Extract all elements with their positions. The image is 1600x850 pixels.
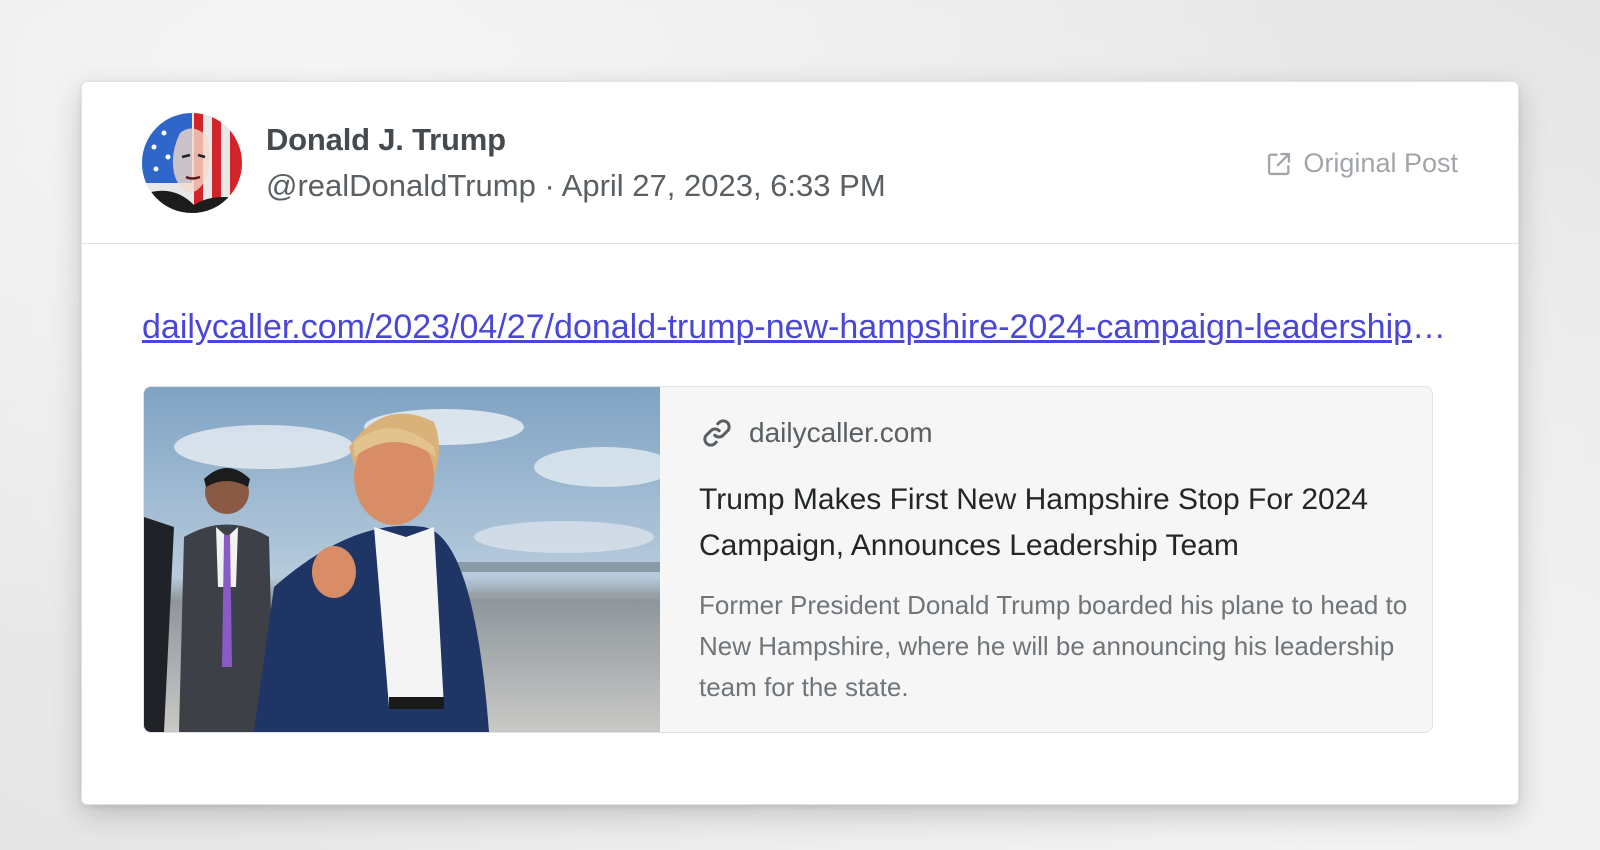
original-post-button[interactable]: Original Post (1265, 148, 1458, 179)
post-header: Donald J. Trump @realDonaldTrump · April… (82, 82, 1518, 244)
post-timestamp: April 27, 2023, 6:33 PM (561, 168, 886, 203)
preview-title[interactable]: Trump Makes First New Hampshire Stop For… (699, 477, 1399, 569)
post-card: Donald J. Trump @realDonaldTrump · April… (81, 81, 1519, 805)
meta-separator: · (544, 168, 555, 203)
preview-domain-row: dailycaller.com (699, 415, 933, 451)
external-link-icon (1268, 152, 1291, 175)
preview-description: Former President Donald Trump boarded hi… (699, 590, 1408, 702)
user-handle[interactable]: @realDonaldTrump (266, 168, 536, 203)
avatar-image (142, 113, 242, 213)
display-name[interactable]: Donald J. Trump (266, 122, 506, 158)
post-link[interactable]: dailycaller.com/2023/04/27/donald-trump-… (142, 308, 1452, 347)
link-preview-card[interactable]: dailycaller.com Trump Makes First New Ha… (143, 386, 1433, 733)
post-meta: @realDonaldTrump · April 27, 2023, 6:33 … (266, 168, 886, 204)
original-post-label: Original Post (1303, 148, 1458, 178)
avatar[interactable] (142, 113, 242, 213)
preview-image (144, 387, 660, 732)
preview-domain: dailycaller.com (749, 417, 933, 448)
link-chain-icon (703, 419, 731, 447)
